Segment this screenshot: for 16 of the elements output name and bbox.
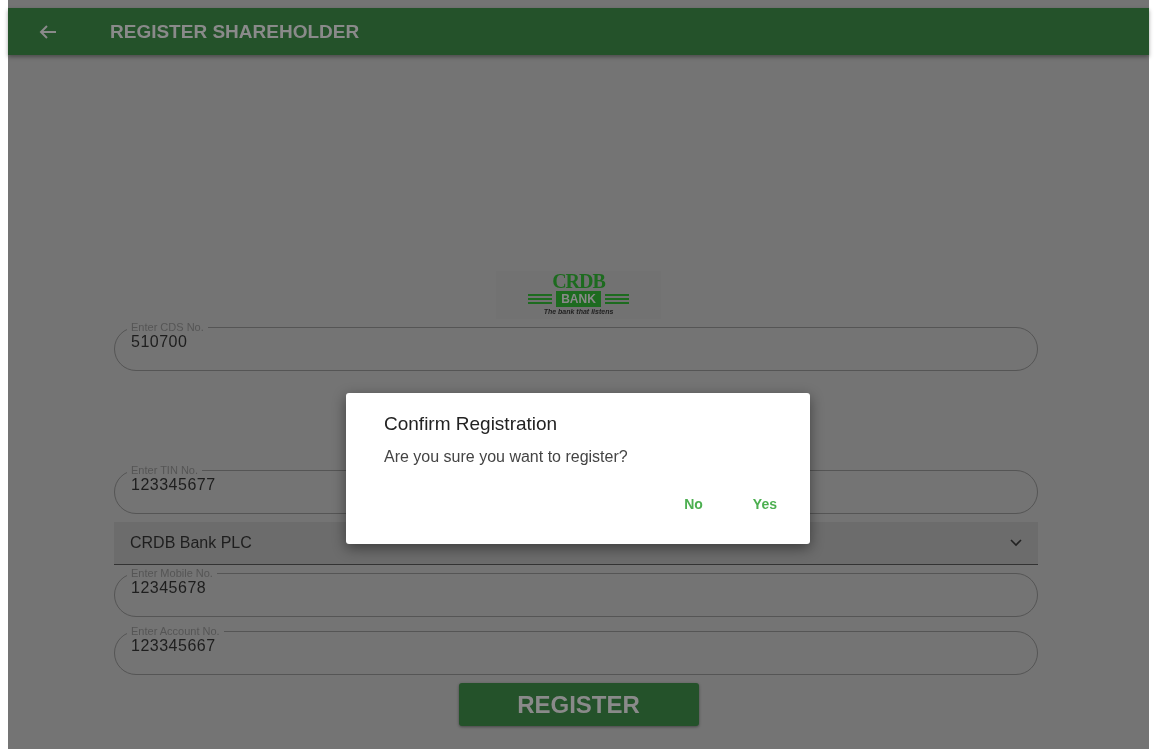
dropdown-value: CRDB Bank PLC xyxy=(130,534,252,552)
dialog-button[interactable]: No xyxy=(684,496,703,512)
dialog-title: Confirm Registration xyxy=(384,413,559,435)
field-value: 510700 xyxy=(131,333,188,351)
field-value: 12345678 xyxy=(131,579,207,597)
logo-name: CRDB xyxy=(552,271,605,291)
chevron-down-icon xyxy=(1010,539,1022,547)
field-value: 123345667 xyxy=(131,637,216,655)
screen-title: REGISTER SHAREHOLDER xyxy=(110,20,360,43)
stripes-icon xyxy=(528,293,553,305)
dialog-button[interactable]: Yes xyxy=(752,496,777,512)
field-value: 123345677 xyxy=(131,476,216,494)
register-button[interactable]: REGISTER xyxy=(458,683,699,726)
dialog-message: Are you sure you want to register? xyxy=(384,448,629,466)
logo-badge: BANK xyxy=(556,291,601,307)
stripes-icon xyxy=(604,293,629,305)
